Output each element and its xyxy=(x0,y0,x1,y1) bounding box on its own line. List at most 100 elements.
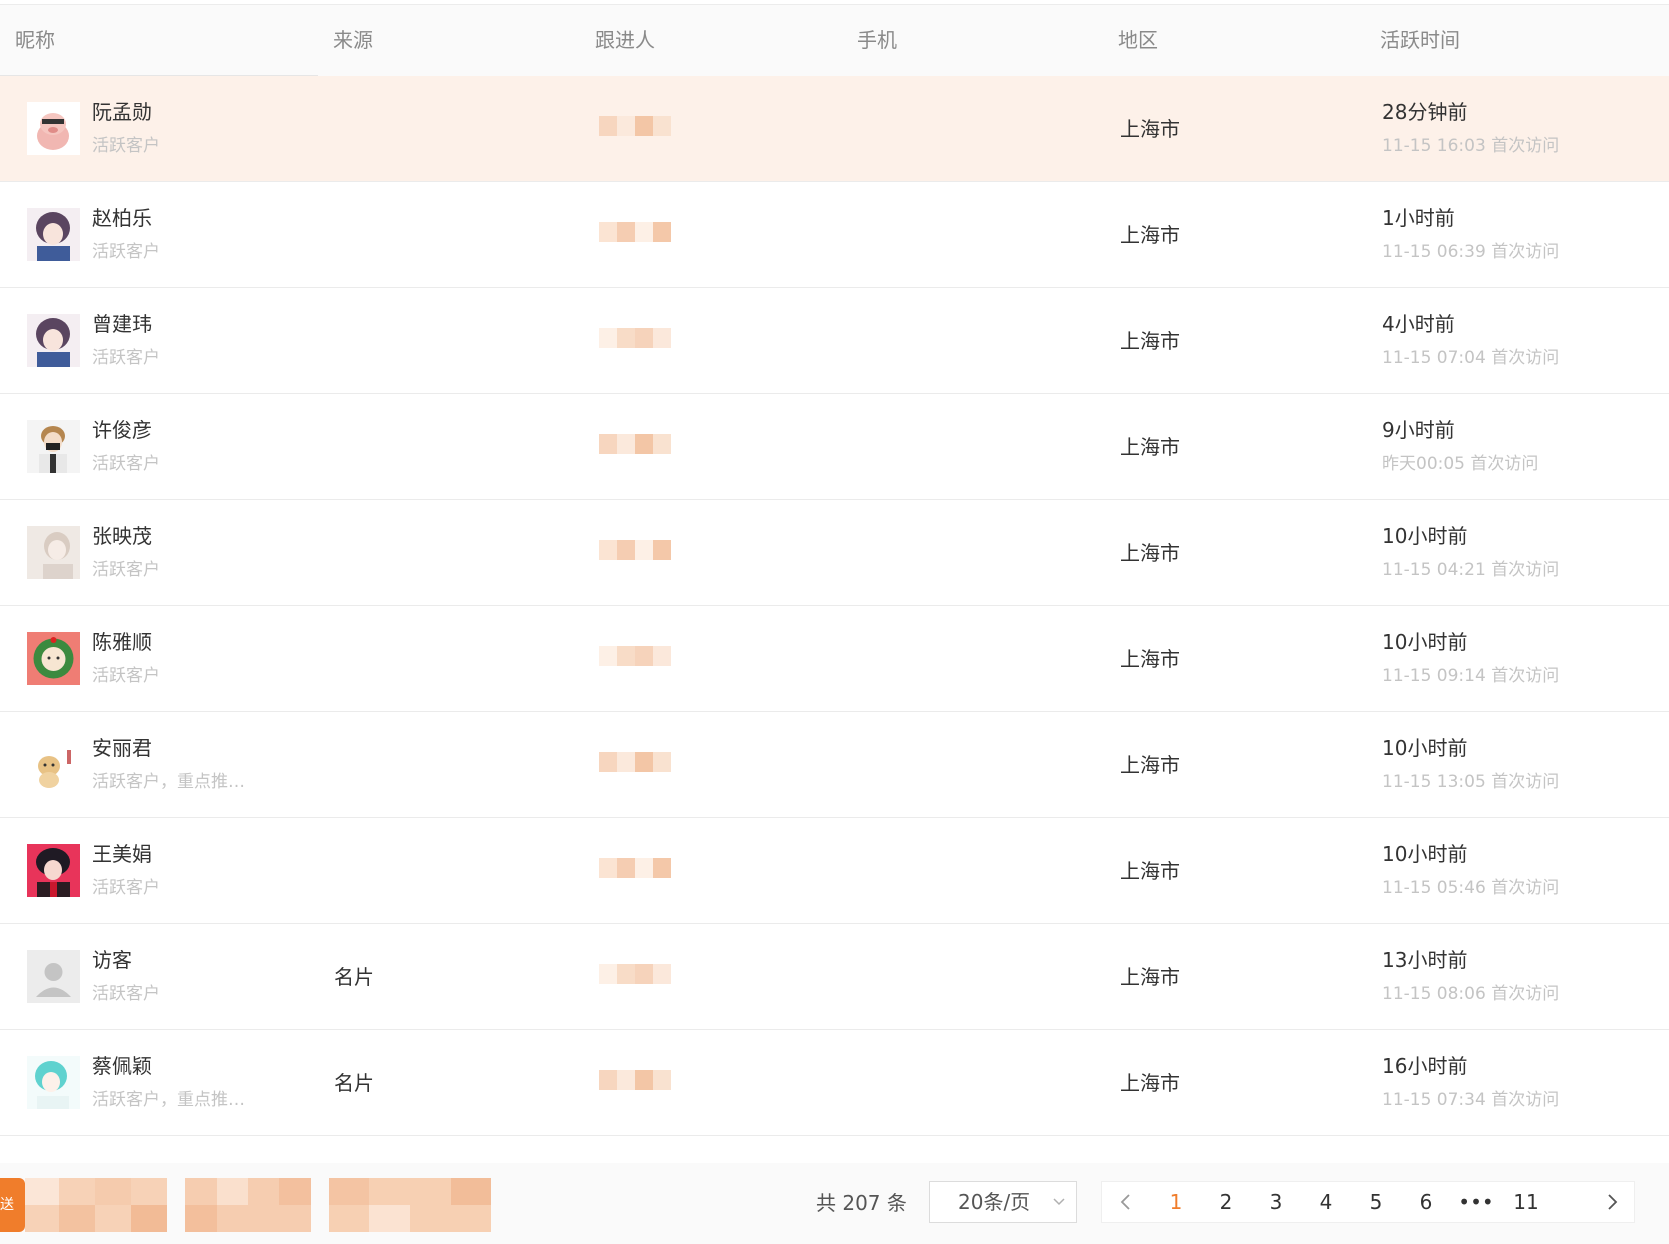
blur-pixel xyxy=(653,116,671,136)
blur-pixel xyxy=(617,858,635,878)
customer-nickname[interactable]: 张映茂 xyxy=(92,520,152,549)
customer-region: 上海市 xyxy=(1120,753,1180,777)
blur-pixel xyxy=(599,434,617,454)
follower-blurred xyxy=(599,116,671,136)
blur-pixel xyxy=(635,964,653,984)
first-visit-time: 昨天00:05 首次访问 xyxy=(1382,454,1539,474)
page-button[interactable]: 6 xyxy=(1406,1182,1446,1222)
customer-tags: 活跃客户，重点推… xyxy=(92,1090,245,1110)
table-header: 昵称 来源 跟进人 手机 地区 活跃时间 xyxy=(0,5,1669,76)
page-size-select[interactable]: 20条/页 xyxy=(929,1181,1077,1223)
customer-source: 名片 xyxy=(334,965,374,989)
customer-tags: 活跃客户 xyxy=(92,878,160,898)
page-size-label: 20条/页 xyxy=(958,1190,1031,1214)
customer-nickname[interactable]: 曾建玮 xyxy=(92,308,152,337)
customer-region: 上海市 xyxy=(1120,859,1180,883)
table-body: 阮孟勋 活跃客户 上海市 28分钟前 11-15 16:03 首次访问 赵柏乐 活跃客户 上海… xyxy=(0,76,1669,1136)
column-header-active-time[interactable]: 活跃时间 xyxy=(1380,5,1460,76)
column-header-follower[interactable]: 跟进人 xyxy=(595,5,655,76)
follower-blurred xyxy=(599,1070,671,1090)
customer-nickname[interactable]: 蔡佩颖 xyxy=(92,1050,152,1079)
blur-pixel xyxy=(617,540,635,560)
pagination: 1 2 3 4 5 6 ••• 11 xyxy=(1101,1181,1635,1223)
customer-tags: 活跃客户 xyxy=(92,136,160,156)
blur-pixel xyxy=(653,540,671,560)
page-button[interactable]: 5 xyxy=(1356,1182,1396,1222)
pagination-ellipsis[interactable]: ••• xyxy=(1456,1182,1496,1222)
column-header-nickname[interactable]: 昵称 xyxy=(15,5,55,76)
table-row[interactable]: 王美娟 活跃客户 上海市 10小时前 11-15 05:46 首次访问 xyxy=(0,818,1669,924)
page-button[interactable]: 1 xyxy=(1156,1182,1196,1222)
customer-tags: 活跃客户 xyxy=(92,242,160,262)
last-active-time: 10小时前 xyxy=(1382,630,1468,654)
blur-pixel xyxy=(635,116,653,136)
last-active-time: 10小时前 xyxy=(1382,736,1468,760)
table-row[interactable]: 安丽君 活跃客户，重点推… 上海市 10小时前 11-15 13:05 首次访问 xyxy=(0,712,1669,818)
total-count: 共 207 条 xyxy=(816,1191,907,1215)
customer-nickname[interactable]: 许俊彦 xyxy=(92,414,152,443)
page-button[interactable]: 2 xyxy=(1206,1182,1246,1222)
customer-nickname[interactable]: 访客 xyxy=(92,944,132,973)
last-active-time: 4小时前 xyxy=(1382,312,1455,336)
customer-nickname[interactable]: 王美娟 xyxy=(92,838,152,867)
blur-pixel xyxy=(617,752,635,772)
blur-pixel xyxy=(635,1070,653,1090)
customer-region: 上海市 xyxy=(1120,117,1180,141)
table-row[interactable]: 蔡佩颖 活跃客户，重点推… 名片 上海市 16小时前 11-15 07:34 首次访问 xyxy=(0,1030,1669,1136)
table-row[interactable]: 张映茂 活跃客户 上海市 10小时前 11-15 04:21 首次访问 xyxy=(0,500,1669,606)
blur-pixel xyxy=(653,858,671,878)
blur-pixel xyxy=(617,1070,635,1090)
blurred-action-pixels xyxy=(329,1178,491,1232)
blurred-action-button[interactable] xyxy=(185,1178,311,1232)
last-active-time: 1小时前 xyxy=(1382,206,1455,230)
blurred-action-button[interactable] xyxy=(25,1178,167,1232)
blur-pixel xyxy=(653,434,671,454)
table-row[interactable]: 访客 活跃客户 名片 上海市 13小时前 11-15 08:06 首次访问 xyxy=(0,924,1669,1030)
table-footer: 送 共 207 条 20条/页 1 2 3 4 5 6 ••• 11 xyxy=(0,1163,1669,1244)
table-row[interactable]: 曾建玮 活跃客户 上海市 4小时前 11-15 07:04 首次访问 xyxy=(0,288,1669,394)
first-visit-time: 11-15 06:39 首次访问 xyxy=(1382,242,1560,262)
blur-pixel xyxy=(599,1070,617,1090)
wreath-dog-avatar-icon xyxy=(27,632,80,685)
customer-list-page: 昵称 来源 跟进人 手机 地区 活跃时间 阮孟勋 活跃客户 上海市 28分钟前 11-1… xyxy=(0,0,1669,1244)
page-button[interactable]: 11 xyxy=(1506,1182,1546,1222)
blur-pixel xyxy=(653,752,671,772)
blur-pixel xyxy=(617,646,635,666)
masked-boy-avatar-icon xyxy=(27,420,80,473)
customer-region: 上海市 xyxy=(1120,329,1180,353)
customer-nickname[interactable]: 陈雅顺 xyxy=(92,626,152,655)
customer-region: 上海市 xyxy=(1120,647,1180,671)
column-header-region[interactable]: 地区 xyxy=(1118,5,1158,76)
last-active-time: 10小时前 xyxy=(1382,524,1468,548)
default-user-avatar-icon xyxy=(27,950,80,1003)
blur-pixel xyxy=(617,116,635,136)
customer-nickname[interactable]: 阮孟勋 xyxy=(92,96,152,125)
anime-girl-avatar-icon xyxy=(27,208,80,261)
chevron-right-icon[interactable] xyxy=(1592,1182,1632,1222)
blur-pixel xyxy=(635,434,653,454)
page-button[interactable]: 3 xyxy=(1256,1182,1296,1222)
footer-side-tab[interactable]: 送 xyxy=(0,1178,25,1232)
follower-blurred xyxy=(599,964,671,984)
table-row[interactable]: 阮孟勋 活跃客户 上海市 28分钟前 11-15 16:03 首次访问 xyxy=(0,76,1669,182)
blur-pixel xyxy=(599,752,617,772)
blur-pixel xyxy=(635,646,653,666)
customer-nickname[interactable]: 赵柏乐 xyxy=(92,202,152,231)
page-button[interactable]: 4 xyxy=(1306,1182,1346,1222)
chevron-left-icon[interactable] xyxy=(1106,1182,1146,1222)
blur-pixel xyxy=(599,116,617,136)
table-row[interactable]: 陈雅顺 活跃客户 上海市 10小时前 11-15 09:14 首次访问 xyxy=(0,606,1669,712)
customer-nickname[interactable]: 安丽君 xyxy=(92,732,152,761)
customer-region: 上海市 xyxy=(1120,223,1180,247)
first-visit-time: 11-15 04:21 首次访问 xyxy=(1382,560,1560,580)
follower-blurred xyxy=(599,858,671,878)
blurred-action-button[interactable] xyxy=(329,1178,491,1232)
last-active-time: 16小时前 xyxy=(1382,1054,1468,1078)
table-row[interactable]: 赵柏乐活跃客户 上海市 1小时前 11-15 06:39 首次访问 xyxy=(0,182,1669,288)
column-header-source[interactable]: 来源 xyxy=(333,5,373,76)
blur-pixel xyxy=(653,328,671,348)
first-visit-time: 11-15 16:03 首次访问 xyxy=(1382,136,1560,156)
table-row[interactable]: 许俊彦 活跃客户 上海市 9小时前 昨天00:05 首次访问 xyxy=(0,394,1669,500)
follower-blurred xyxy=(599,434,671,454)
column-header-phone[interactable]: 手机 xyxy=(857,5,897,76)
